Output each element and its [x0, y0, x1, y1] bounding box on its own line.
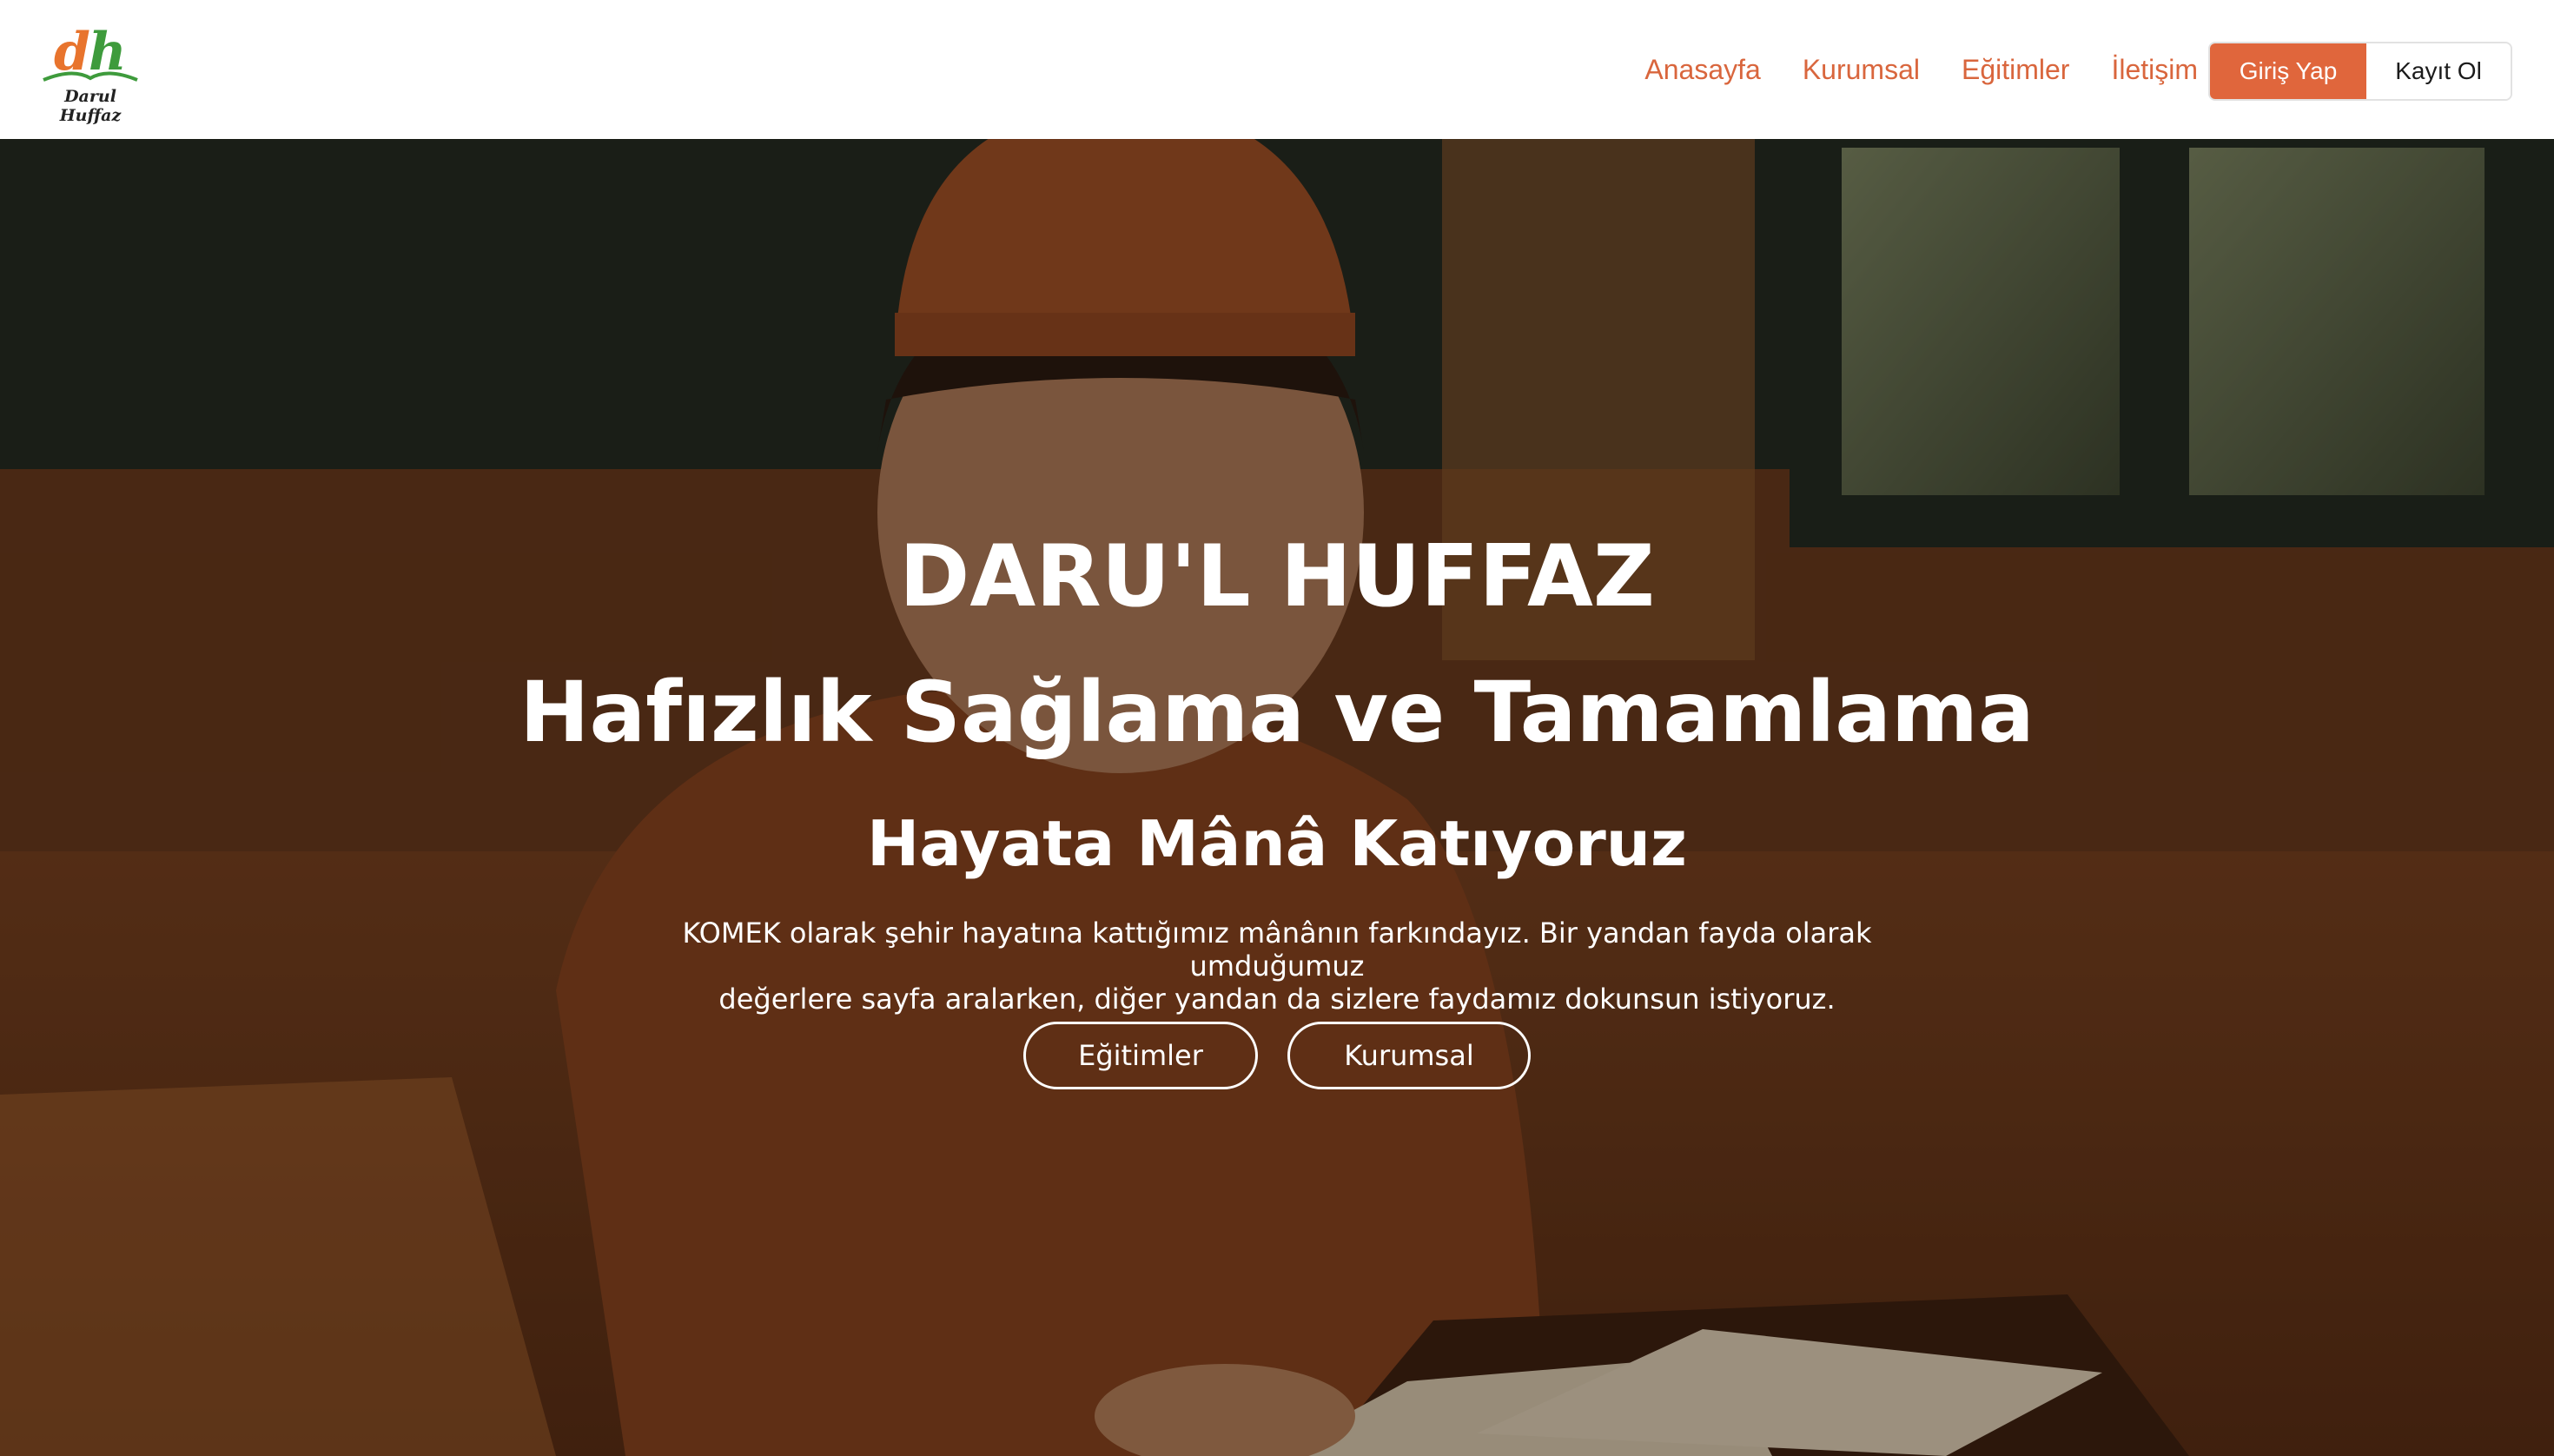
register-button[interactable]: Kayıt Ol	[2366, 43, 2511, 99]
nav-anasayfa[interactable]: Anasayfa	[1644, 54, 1760, 86]
nav-egitimler[interactable]: Eğitimler	[1962, 54, 2069, 86]
login-button[interactable]: Giriş Yap	[2210, 43, 2366, 99]
auth-group: Giriş Yap Kayıt Ol	[2208, 42, 2512, 101]
kurumsal-button[interactable]: Kurumsal	[1287, 1022, 1531, 1089]
nav-iletisim[interactable]: İletişim	[2111, 54, 2198, 86]
site-header: d h Darul Huffaz Anasayfa Kurumsal Eğiti…	[0, 0, 2554, 139]
hero-section: DARU'L HUFFAZ Hafızlık Sağlama ve Tamaml…	[0, 139, 2554, 1456]
hero-description: KOMEK olarak şehir hayatına kattığımız m…	[608, 917, 1946, 1016]
hero-content: DARU'L HUFFAZ Hafızlık Sağlama ve Tamaml…	[0, 139, 2554, 1456]
main-nav: Anasayfa Kurumsal Eğitimler İletişim	[1644, 45, 2198, 94]
hero-cta-row: Eğitimler Kurumsal	[0, 1022, 2554, 1089]
logo-mark-icon: d h	[43, 22, 138, 83]
hero-subtitle: Hafızlık Sağlama ve Tamamlama	[519, 664, 2035, 761]
egitimler-button[interactable]: Eğitimler	[1023, 1022, 1258, 1089]
hero-tagline: Hayata Mânâ Katıyoruz	[867, 807, 1687, 880]
hero-description-line1: KOMEK olarak şehir hayatına kattığımız m…	[682, 917, 1872, 983]
nav-kurumsal[interactable]: Kurumsal	[1803, 54, 1920, 86]
hero-description-line2: değerlere sayfa aralarken, diğer yandan …	[718, 983, 1836, 1016]
hero-title: DARU'L HUFFAZ	[899, 527, 1655, 626]
logo-text: Darul Huffaz	[59, 87, 122, 125]
logo[interactable]: d h Darul Huffaz	[38, 19, 142, 125]
